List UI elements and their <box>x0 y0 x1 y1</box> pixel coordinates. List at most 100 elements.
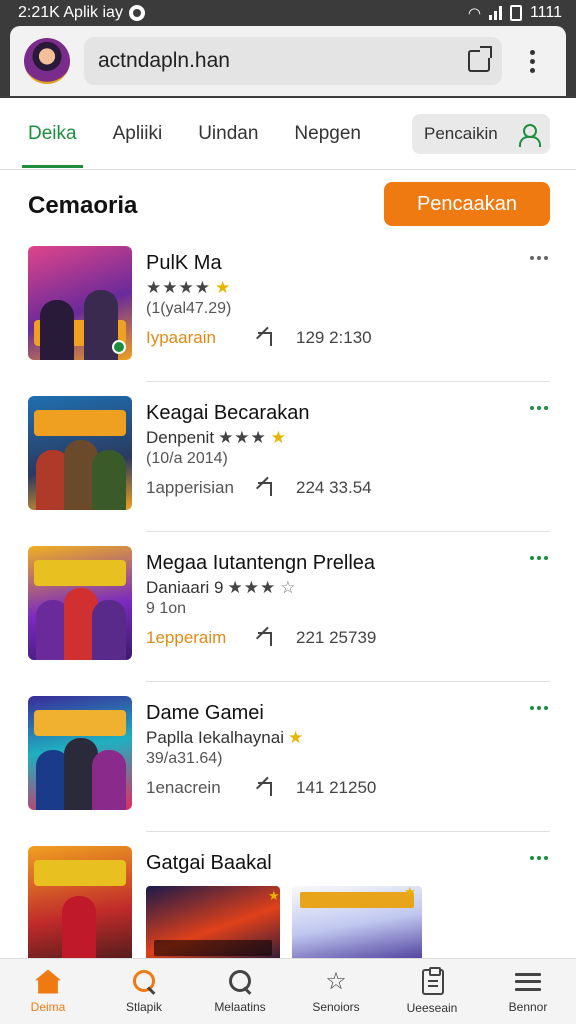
tab-label: Nepgen <box>294 122 361 144</box>
app-thumbnail <box>28 696 132 810</box>
app-title: Gatgai Baakal <box>146 852 272 874</box>
app-rating: Denpenit ★★★ ★ <box>146 428 286 448</box>
app-stat: 224 33.54 <box>296 478 372 497</box>
trend-arrow-icon <box>258 782 272 796</box>
app-bar-inner: actndapln.han <box>10 26 566 96</box>
clipboard-icon <box>422 966 444 995</box>
nav-label: Deima <box>30 999 66 1014</box>
promo-banner[interactable] <box>292 886 422 962</box>
trend-arrow-icon <box>258 482 272 496</box>
empty-star-icon: ☆ <box>280 578 296 597</box>
more-options-icon[interactable] <box>530 856 548 860</box>
more-options-icon[interactable] <box>530 706 548 710</box>
nav-item-bennor[interactable]: Bennor <box>480 959 576 1024</box>
tab-uindan[interactable]: Uindan <box>180 98 276 170</box>
tab-label: Deika <box>28 122 77 144</box>
star-icon: ☆ <box>325 967 347 995</box>
notification-icon <box>128 5 145 21</box>
nav-label: Bennor <box>508 999 548 1014</box>
rating-prefix: Denpenit <box>146 428 215 447</box>
rating-prefix: Daniaari 9 <box>146 578 224 597</box>
search-icon <box>227 969 253 994</box>
tab-label: Apliiki <box>112 122 163 144</box>
home-icon <box>35 969 61 994</box>
menu-icon <box>515 970 541 994</box>
star-icon: ★ <box>404 884 416 899</box>
nav-item-stlapik[interactable]: Stlapik <box>96 959 192 1024</box>
half-star-icon: ★ <box>270 428 287 447</box>
app-tag: 1enacrein <box>146 778 221 797</box>
tab-search-label: Pencaikin <box>424 123 498 143</box>
section-action-button[interactable]: Pencaakan <box>384 182 550 226</box>
status-time: 2:21K Aplik iay <box>18 4 123 21</box>
app-title: PulK Ma <box>146 252 222 274</box>
app-bar: actndapln.han <box>0 26 576 98</box>
app-tag: Iypaarain <box>146 328 216 347</box>
app-meta: (1(yal47.29) <box>146 300 232 317</box>
nav-label: Melaatins <box>214 999 266 1014</box>
tab-apliiki[interactable]: Apliiki <box>95 98 181 170</box>
more-options-icon[interactable] <box>520 49 544 73</box>
nav-item-senoiors[interactable]: ☆ Senoiors <box>288 959 384 1024</box>
nav-item-melaatins[interactable]: Melaatins <box>192 959 288 1024</box>
app-title: Keagai Becarakan <box>146 402 310 424</box>
promo-banner[interactable] <box>146 886 280 962</box>
app-rating: Daniaari 9 ★★★ ☆ <box>146 578 295 598</box>
app-thumbnail <box>28 246 132 360</box>
list-item[interactable]: PulK Ma ★★★★ ★ (1(yal47.29) Iypaarain 12… <box>0 232 576 382</box>
status-right: ◠ 1111 <box>468 4 562 22</box>
tab-bar: Deika Apliiki Uindan Nepgen Pencaikin <box>0 98 576 170</box>
half-star-icon: ★ <box>287 728 304 747</box>
nav-item-deima[interactable]: Deima <box>0 959 96 1024</box>
app-stat: 141 21250 <box>296 778 377 797</box>
app-title: Dame Gamei <box>146 702 264 724</box>
trend-arrow-icon <box>258 332 272 346</box>
app-stat: 129 2:130 <box>296 328 372 347</box>
app-thumbnail <box>28 396 132 510</box>
search-text: actndapln.han <box>98 49 230 72</box>
star-icon: ★ <box>268 888 280 903</box>
promo-banner-caption <box>300 892 414 908</box>
tab-search-button[interactable]: Pencaikin <box>412 113 550 154</box>
app-title: Megaa Iutantengn Prellea <box>146 552 376 574</box>
list-item[interactable]: Megaa Iutantengn Prellea Daniaari 9 ★★★ … <box>0 532 576 682</box>
status-left: 2:21K Aplik iay <box>18 4 145 22</box>
search-icon <box>131 969 157 994</box>
person-icon <box>518 123 541 147</box>
nav-label: Stlapik <box>125 999 163 1014</box>
app-meta: 39/a31.64) <box>146 750 223 767</box>
wifi-icon: ◠ <box>467 5 481 22</box>
rating-stars: ★★★★ <box>146 278 211 297</box>
list-item[interactable]: Gatgai Baakal ★ ★ <box>0 832 576 972</box>
app-stat: 221 25739 <box>296 628 377 647</box>
battery-icon <box>509 5 522 21</box>
trend-arrow-icon <box>258 632 272 646</box>
nav-label: Ueeseain <box>406 1000 458 1015</box>
app-rating: ★★★★ ★ <box>146 278 230 298</box>
share-icon[interactable] <box>468 46 492 72</box>
rating-stars: ★★★ <box>218 428 267 447</box>
section-title: Cemaoria <box>28 192 138 219</box>
app-thumbnail <box>28 846 132 972</box>
app-tag: 1apperisian <box>146 478 234 497</box>
more-options-icon[interactable] <box>530 406 548 410</box>
list-item[interactable]: Keagai Becarakan Denpenit ★★★ ★ (10/a 20… <box>0 382 576 532</box>
list-item[interactable]: Dame Gamei Paplla Iekalhaynai ★ 39/a31.6… <box>0 682 576 832</box>
app-meta: 9 1on <box>146 600 187 617</box>
rating-prefix: Paplla Iekalhaynai <box>146 728 284 747</box>
nav-label: Senoiors <box>312 999 360 1014</box>
tab-nepgen[interactable]: Nepgen <box>276 98 379 170</box>
more-options-icon[interactable] <box>530 256 548 260</box>
section-header: Cemaoria Pencaakan <box>0 180 576 232</box>
search-input[interactable]: actndapln.han <box>84 37 502 85</box>
status-bar: 2:21K Aplik iay ◠ 1111 <box>0 0 576 26</box>
app-rating: Paplla Iekalhaynai ★ <box>146 728 303 748</box>
tab-deika[interactable]: Deika <box>10 98 95 170</box>
bottom-nav: Deima Stlapik Melaatins ☆ Senoiors Ueese… <box>0 958 576 1024</box>
tab-label: Uindan <box>198 122 259 144</box>
rating-stars: ★★★ <box>227 578 277 597</box>
more-options-icon[interactable] <box>530 556 548 560</box>
avatar[interactable] <box>24 38 70 84</box>
nav-item-ueeseain[interactable]: Ueeseain <box>384 959 480 1024</box>
app-thumbnail <box>28 546 132 660</box>
